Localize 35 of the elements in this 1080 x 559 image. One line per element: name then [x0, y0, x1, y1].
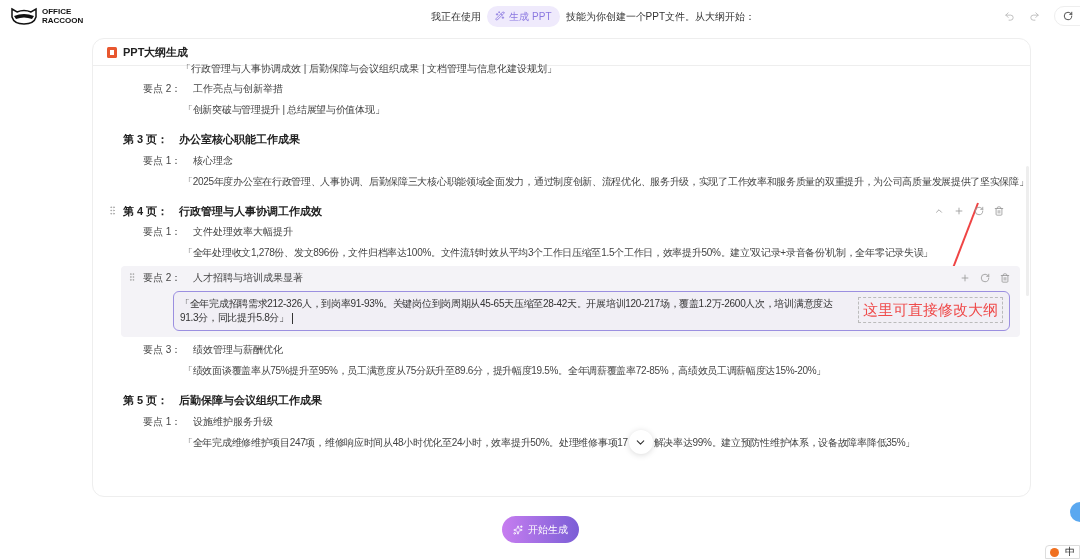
page-title: 后勤保障与会议组织工作成果: [179, 393, 322, 408]
point-detail: 「行政管理与人事协调成效 | 后勤保障与会议组织成果 | 文档管理与信息化建设规划」: [181, 63, 558, 74]
page-title: 行政管理与人事协调工作成效: [179, 203, 322, 219]
page-title: 办公室核心职能工作成果: [179, 132, 300, 147]
point-detail: 「创新突破与管理提升 | 总结展望与价值体现」: [183, 103, 385, 117]
point-title: 设施维护服务升级: [193, 414, 273, 429]
point-detail: 「全年处理收文1,278份、发文896份，文件归档率达100%。文件流转时效从平均3个工作日压缩至1.5个工作日，效率提升50%。建立'双记录+录音备份'机制，全年零记录失误」: [183, 246, 934, 260]
generate-button[interactable]: 开始生成: [501, 516, 579, 543]
point-title: 工作亮点与创新举措: [193, 82, 283, 96]
point-title: 绩效管理与薪酬优化: [193, 343, 283, 357]
point-detail: 「2025年度办公室在行政管理、人事协调、后勤保障三大核心职能领域全面发力，通过制度创新、流程优化、服务升级，实现了工作效率和服务质量的双重提升，为公司高质量发展提供了坚实保障」: [183, 174, 1029, 189]
point-label: 要点 2：: [143, 82, 181, 96]
point-detail: 「全年完成维修维护项目247项，维修响应时间从48小时优化至24小时，效率提升50%。处理维修事项17: [183, 435, 628, 450]
logo-text: OFFICE: [42, 7, 73, 16]
card-title: PPT大纲生成: [123, 44, 189, 60]
page-label: 第 3 页：: [123, 132, 170, 147]
point-title: 核心理念: [193, 153, 233, 168]
point-title: 人才招聘与培训成果显著: [193, 271, 303, 285]
page-label: 第 5 页：: [123, 393, 170, 408]
detail-text: 「全年完成招聘需求212-326人，到岗率91-93%。关键岗位到岗周期从45-65天压缩至28-42天。开展培训120-217场，覆盖1.2万-2600人次，培训满意度达91.3分，同比提升5.8分」: [180, 297, 834, 325]
prompt-text: 我正在使用: [431, 9, 482, 24]
point-label: 要点 1：: [143, 153, 181, 168]
point-label: 要点 2：: [143, 271, 181, 285]
detail-input-field[interactable]: 「全年完成招聘需求212-326人，到岗率91-93%。关键岗位到岗周期从45-65天压缩至28-42天。开展培训120-217场，覆盖1.2万-2600人次，培训满意度达91.3分，同比提升5.8分」 这里可直接修改大纲: [173, 291, 1010, 331]
point-label: 要点 1：: [143, 225, 181, 239]
prompt-text: 技能为你创建一个PPT文件。从大纲开始：: [565, 9, 756, 24]
logo-text: RACCOON: [42, 16, 84, 25]
point-label: 要点 3：: [143, 343, 181, 357]
point-detail: 「绩效面谈覆盖率从75%提升至95%，员工满意度从75分跃升至89.6分，提升幅度19.5%。全年调薪覆盖率72-85%，高绩效员工调薪幅度达15%-20%」: [183, 364, 827, 378]
point-detail: 解决率达99%。建立预防性维护体系，设备故障率降低35%」: [653, 435, 916, 450]
point-label: 要点 1：: [143, 414, 181, 429]
page-label: 第 4 页：: [123, 203, 170, 219]
annotation-label: 这里可直接修改大纲: [858, 297, 1003, 323]
ime-mode-text[interactable]: 中: [1065, 546, 1075, 558]
point-title: 文件处理效率大幅提升: [193, 225, 293, 239]
